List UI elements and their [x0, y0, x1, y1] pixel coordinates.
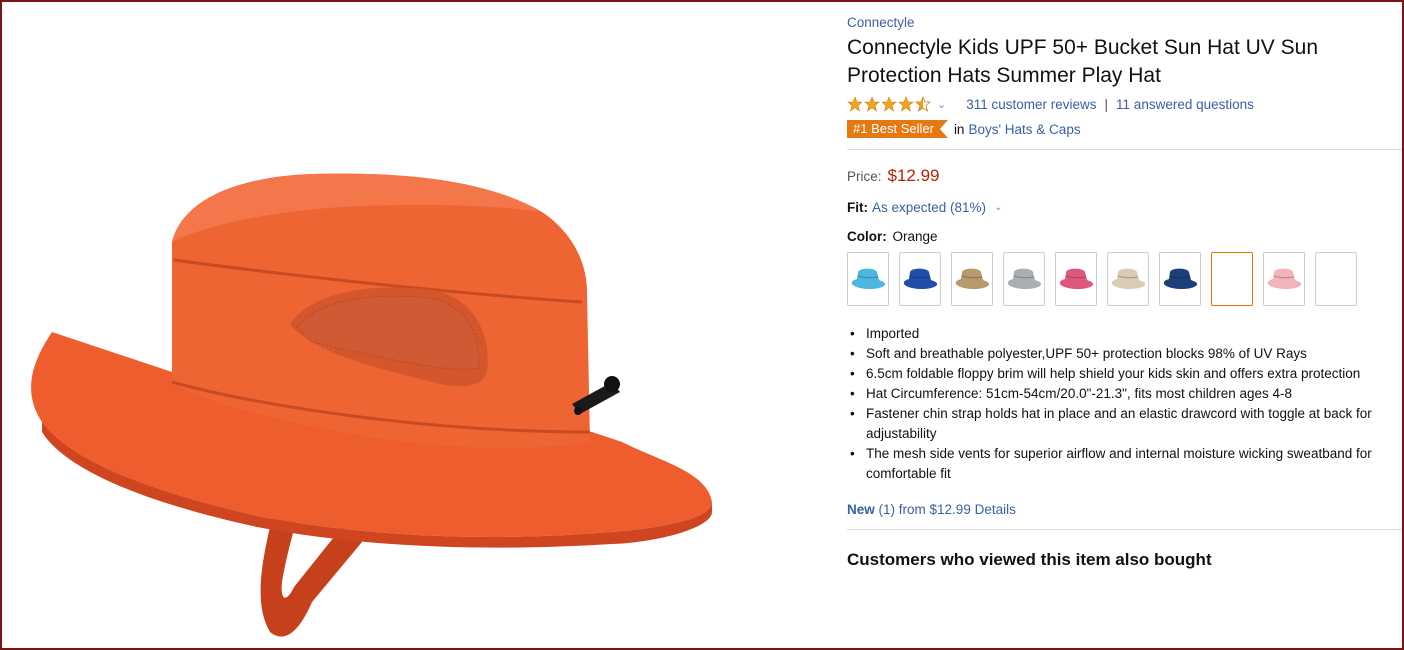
color-swatch-gray[interactable]: [1003, 252, 1045, 306]
best-seller-badge[interactable]: #1 Best Seller: [847, 120, 948, 138]
feature-text: Hat Circumference: 51cm-54cm/20.0"-21.3"…: [866, 386, 1293, 401]
hat-thumbnail-icon: [1111, 268, 1146, 290]
half-star-icon: [915, 96, 931, 112]
color-swatch-navy[interactable]: [1159, 252, 1201, 306]
hat-thumbnail-icon: [903, 268, 938, 290]
hat-thumbnail-icon: [955, 268, 990, 290]
new-label[interactable]: New: [847, 502, 875, 517]
details-link[interactable]: Details: [975, 502, 1016, 517]
color-swatches: [847, 252, 1402, 306]
feature-text: The mesh side vents for superior airflow…: [866, 446, 1372, 481]
feature-text: Soft and breathable polyester,UPF 50+ pr…: [866, 346, 1307, 361]
color-swatch-khaki[interactable]: [951, 252, 993, 306]
fit-row: Fit: As expected (81%) ⌄: [847, 200, 1402, 215]
also-bought-heading: Customers who viewed this item also boug…: [847, 550, 1212, 569]
category-link[interactable]: Boys' Hats & Caps: [968, 122, 1080, 137]
reviews-link[interactable]: 311 customer reviews: [966, 97, 1096, 112]
product-image[interactable]: [12, 132, 732, 642]
feature-bullet: Soft and breathable polyester,UPF 50+ pr…: [847, 344, 1402, 364]
feature-bullet: The mesh side vents for superior airflow…: [847, 444, 1402, 484]
color-swatch-royal-blue[interactable]: [899, 252, 941, 306]
feature-bullet: Imported: [847, 324, 1402, 344]
feature-text: 6.5cm foldable floppy brim will help shi…: [866, 366, 1361, 381]
hat-thumbnail-icon: [1059, 268, 1094, 290]
star-rating[interactable]: [847, 96, 931, 112]
star-icon: [881, 96, 897, 112]
price-row: Price: $12.99: [847, 166, 1402, 186]
brand-link[interactable]: Connectyle: [847, 14, 1402, 32]
price-value: $12.99: [887, 166, 940, 185]
star-icon: [847, 96, 863, 112]
best-seller-row: #1 Best Seller in Boys' Hats & Caps: [847, 119, 1402, 139]
hat-thumbnail-icon: [851, 268, 886, 290]
color-label: Color:: [847, 229, 887, 244]
offers-text[interactable]: (1) from $12.99: [879, 502, 971, 517]
star-icon: [898, 96, 914, 112]
product-title: Connectyle Kids UPF 50+ Bucket Sun Hat U…: [847, 36, 1318, 87]
hat-thumbnail-icon: [1163, 268, 1198, 290]
color-row: Color: Orange: [847, 229, 1402, 244]
feature-text: Fastener chin strap holds hat in place a…: [866, 406, 1372, 441]
color-swatch-light-blue[interactable]: [847, 252, 889, 306]
color-swatch-light-pink[interactable]: [1263, 252, 1305, 306]
star-icon: [864, 96, 880, 112]
color-swatch-white[interactable]: [1315, 252, 1357, 306]
feature-bullet: Fastener chin strap holds hat in place a…: [847, 404, 1402, 444]
hat-thumbnail-icon: [1267, 268, 1302, 290]
orange-bucket-hat-image: [31, 173, 712, 637]
chevron-down-icon[interactable]: ⌄: [994, 202, 1002, 213]
feature-bullet: 6.5cm foldable floppy brim will help shi…: [847, 364, 1402, 384]
product-page: Connectyle Connectyle Kids UPF 50+ Bucke…: [0, 0, 1404, 650]
offers-row[interactable]: New (1) from $12.99 Details: [847, 502, 1402, 517]
price-label: Price:: [847, 169, 882, 184]
chevron-down-icon[interactable]: ⌄: [937, 98, 946, 111]
in-text: in: [953, 121, 965, 137]
fit-value-link[interactable]: As expected (81%): [872, 200, 986, 215]
divider: [847, 149, 1402, 150]
product-details: Connectyle Connectyle Kids UPF 50+ Bucke…: [847, 14, 1402, 570]
color-value: Orange: [892, 229, 938, 244]
feature-bullet: Hat Circumference: 51cm-54cm/20.0"-21.3"…: [847, 384, 1402, 404]
feature-text: Imported: [866, 326, 920, 341]
color-swatch-orange[interactable]: [1211, 252, 1253, 306]
color-swatch-pink[interactable]: [1055, 252, 1097, 306]
color-swatch-beige[interactable]: [1107, 252, 1149, 306]
feature-bullets: Imported Soft and breathable polyester,UP…: [847, 324, 1402, 484]
fit-label: Fit:: [847, 200, 868, 215]
separator: |: [1104, 96, 1109, 112]
rating-row: ⌄ 311 customer reviews | 11 answered que…: [847, 93, 1402, 115]
hat-thumbnail-icon: [1007, 268, 1042, 290]
answered-questions-link[interactable]: 11 answered questions: [1116, 97, 1254, 112]
divider: [847, 529, 1402, 530]
